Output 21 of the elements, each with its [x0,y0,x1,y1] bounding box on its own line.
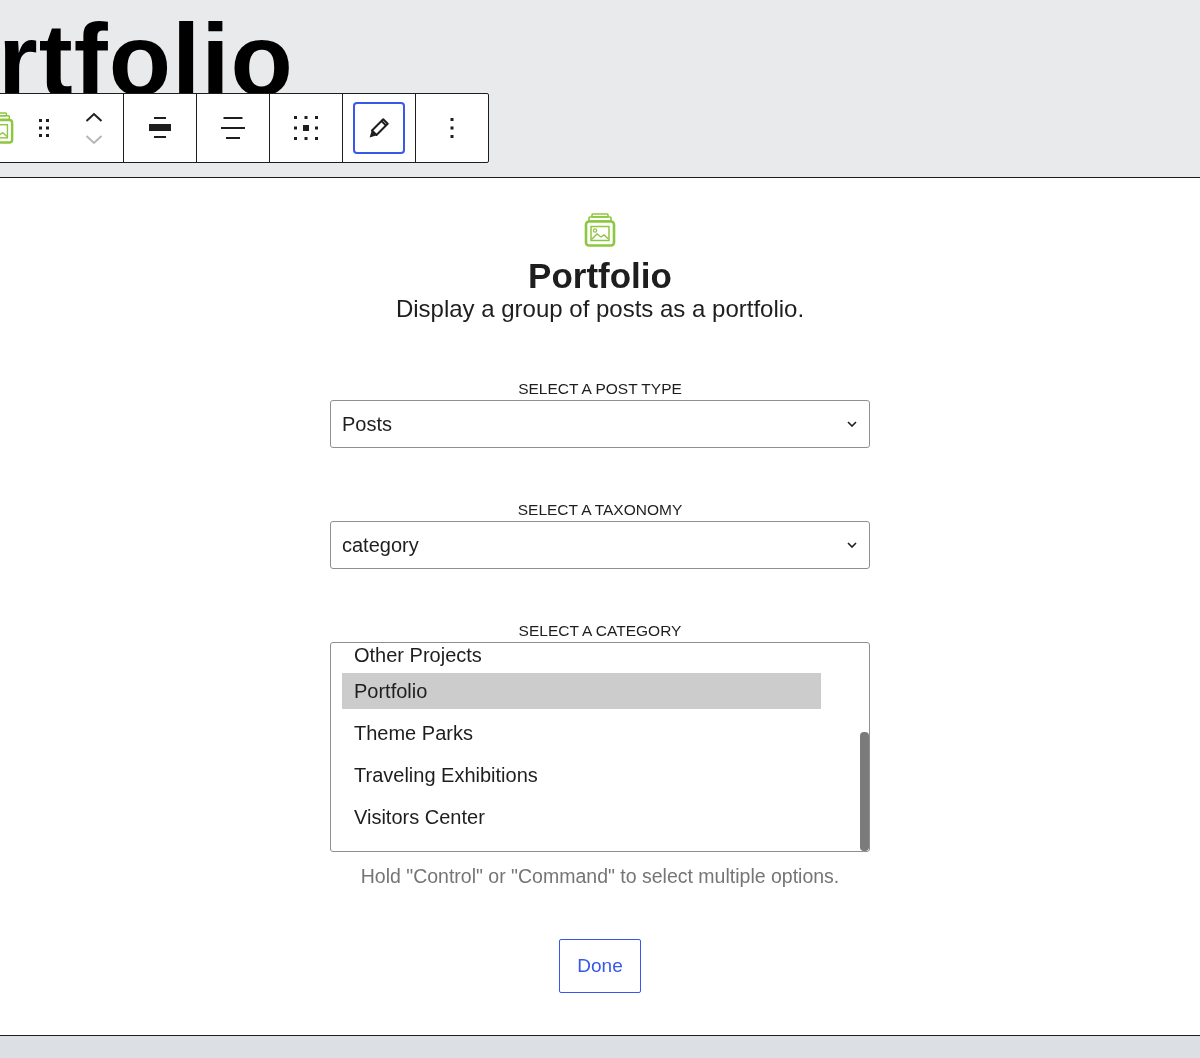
list-option[interactable]: Other Projects [342,643,821,667]
block-title: Portfolio [528,255,672,297]
heading-text: rtfolio [0,20,295,100]
dropdown-select[interactable]: Posts [330,400,870,448]
help-text: Hold "Control" or "Command" to select multiple options. [360,865,840,887]
field-label: SELECT A TAXONOMY [517,501,683,519]
field-label: SELECT A CATEGORY [518,622,682,640]
block-description: Display a group of posts as a portfolio. [395,295,805,323]
dropdown-select[interactable]: category [330,521,870,569]
list-option[interactable]: Portfolio [342,673,821,709]
list-option[interactable]: Theme Parks [342,715,821,751]
chevron-down-icon [847,542,857,548]
chevron-down-icon [847,421,857,427]
done-button[interactable]: Done [559,939,641,993]
scrollbar-thumb[interactable] [860,732,869,851]
field-label: SELECT A POST TYPE [518,380,682,398]
edit-button[interactable] [353,102,405,154]
list-option[interactable]: Visitors Center [342,799,821,835]
category-listbox[interactable]: Other Projects Portfolio Theme Parks Traveling Exhibitions Visitors Center [330,642,870,852]
portfolio-icon [584,213,616,247]
list-option[interactable]: Traveling Exhibitions [342,757,821,793]
